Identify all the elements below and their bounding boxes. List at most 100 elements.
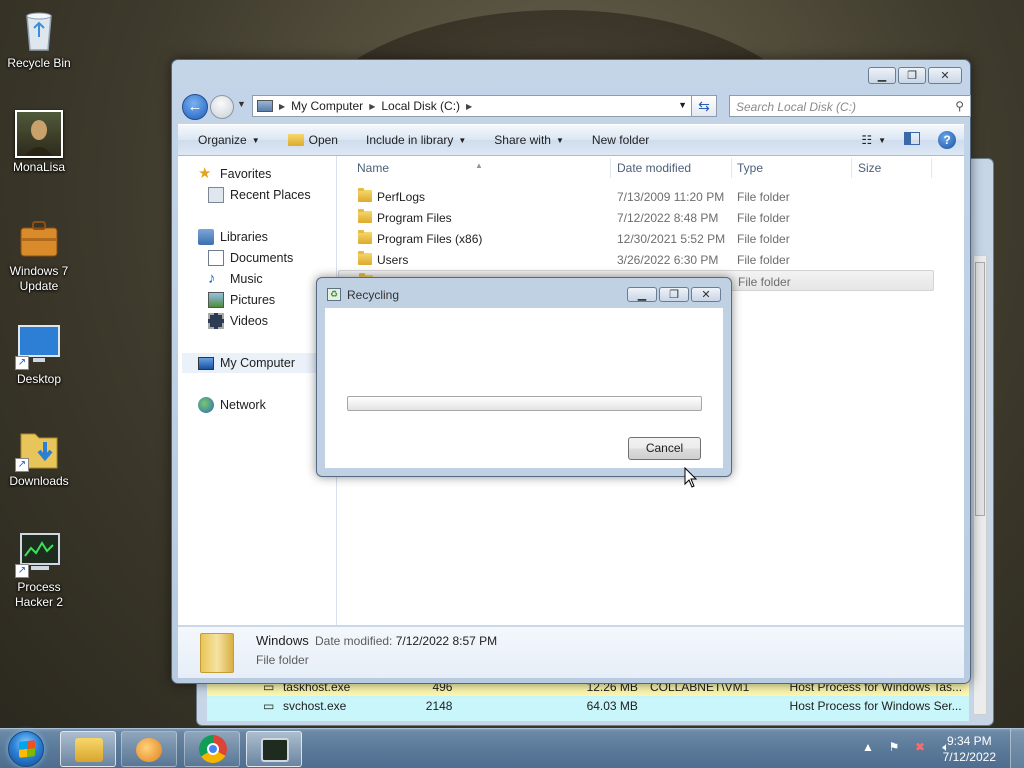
column-name[interactable]: Name xyxy=(357,161,389,175)
desktop-icon-label: MonaLisa xyxy=(12,160,66,174)
file-name: PerfLogs xyxy=(377,190,426,204)
close-button[interactable]: ✕ xyxy=(928,67,962,84)
help-icon[interactable]: ? xyxy=(938,131,956,149)
column-type[interactable]: Type xyxy=(737,161,763,175)
file-row[interactable]: Users 3/26/2022 6:30 PM File folder xyxy=(338,249,934,270)
column-divider[interactable] xyxy=(851,158,852,178)
taskbar-chrome-button[interactable] xyxy=(184,731,240,767)
nav-my-computer[interactable]: My Computer xyxy=(182,353,337,373)
desktop-icon-recycle-bin[interactable]: Recycle Bin xyxy=(4,6,74,71)
restore-icon: ❐ xyxy=(907,70,917,82)
network-status-icon[interactable]: ✖ xyxy=(912,740,928,754)
desktop-icon-label: Recycle Bin xyxy=(7,56,71,70)
view-controls: ☷ ▼ ? xyxy=(861,131,956,149)
open-button[interactable]: Open xyxy=(274,133,352,147)
taskbar-media-player-button[interactable] xyxy=(121,731,177,767)
breadcrumb-separator-icon[interactable]: ▶ xyxy=(369,102,375,111)
desktop-icon-label: Process Hacker 2 xyxy=(14,580,64,609)
file-date: 7/13/2009 11:20 PM xyxy=(617,190,725,204)
desktop-icon-downloads[interactable]: ↗ Downloads xyxy=(4,424,74,489)
recent-pages-dropdown[interactable]: ▼ xyxy=(237,99,246,109)
file-date: 12/30/2021 5:52 PM xyxy=(617,232,726,246)
preview-pane-icon xyxy=(904,132,920,145)
refresh-button[interactable]: ⇆ xyxy=(691,95,717,117)
breadcrumb-separator-icon[interactable]: ▶ xyxy=(279,102,285,111)
folder-icon xyxy=(75,738,103,762)
minimize-button[interactable]: ▁ xyxy=(868,67,896,84)
nav-recent-places[interactable]: Recent Places xyxy=(208,185,311,205)
desktop-icon-windows-update[interactable]: Windows 7 Update xyxy=(4,214,74,294)
maximize-button[interactable]: ❐ xyxy=(659,287,689,302)
navigation-pane: ★ Favorites Recent Places Libraries Docu… xyxy=(178,156,337,625)
breadcrumb-my-computer[interactable]: My Computer xyxy=(291,99,363,113)
media-player-icon xyxy=(136,738,162,762)
share-with-label: Share with xyxy=(494,133,551,147)
address-dropdown-icon[interactable]: ▼ xyxy=(678,100,687,110)
process-row-partial xyxy=(207,715,969,721)
search-input[interactable]: Search Local Disk (C:) ⚲ xyxy=(729,95,971,117)
file-type: File folder xyxy=(737,211,790,225)
nav-libraries[interactable]: Libraries xyxy=(198,227,268,247)
breadcrumb-local-disk[interactable]: Local Disk (C:) xyxy=(381,99,460,113)
folder-icon xyxy=(358,251,372,265)
show-hidden-icons-icon[interactable]: ▲ xyxy=(860,740,876,754)
nav-music[interactable]: ♪ Music xyxy=(208,269,263,289)
file-row[interactable]: Program Files (x86) 12/30/2021 5:52 PM F… xyxy=(338,228,934,249)
window-controls: ▁ ❐ ✕ xyxy=(868,67,962,84)
open-label: Open xyxy=(308,133,338,147)
desktop-icon-monalisa[interactable]: MonaLisa xyxy=(4,110,74,175)
column-divider[interactable] xyxy=(731,158,732,178)
pictures-icon xyxy=(208,292,224,308)
view-options-button[interactable]: ☷ ▼ xyxy=(861,133,886,147)
back-button[interactable]: ← xyxy=(182,94,208,120)
maximize-button[interactable]: ❐ xyxy=(898,67,926,84)
start-button[interactable] xyxy=(8,731,44,767)
nav-favorites[interactable]: ★ Favorites xyxy=(198,164,271,184)
process-row[interactable]: ▭ svchost.exe 2148 64.03 MB Host Process… xyxy=(207,696,969,715)
preview-pane-button[interactable] xyxy=(904,132,920,148)
action-center-icon[interactable]: ⚑ xyxy=(886,740,902,754)
desktop-icon-label: Desktop xyxy=(16,372,62,386)
scrollbar[interactable] xyxy=(973,255,987,715)
breadcrumb-separator-icon[interactable]: ▶ xyxy=(466,102,472,111)
nav-pictures[interactable]: Pictures xyxy=(208,290,275,310)
minimize-button[interactable]: ▁ xyxy=(627,287,657,302)
file-name: Program Files (x86) xyxy=(377,232,483,246)
nav-label: Libraries xyxy=(220,230,268,244)
column-divider[interactable] xyxy=(931,158,932,178)
nav-documents[interactable]: Documents xyxy=(208,248,293,268)
cancel-button[interactable]: Cancel xyxy=(628,437,701,460)
taskbar-process-hacker-button[interactable] xyxy=(246,731,302,767)
forward-button[interactable] xyxy=(210,95,234,119)
taskbar-explorer-button[interactable] xyxy=(60,731,116,767)
close-button[interactable]: ✕ xyxy=(691,287,721,302)
address-bar[interactable]: ▶ My Computer ▶ Local Disk (C:) ▶ ▼ xyxy=(252,95,692,117)
file-row[interactable]: PerfLogs 7/13/2009 11:20 PM File folder xyxy=(338,186,934,207)
command-bar: Organize ▼ Open Include in library ▼ Share… xyxy=(178,124,964,156)
nav-videos[interactable]: Videos xyxy=(208,311,268,331)
column-size[interactable]: Size xyxy=(858,161,881,175)
recent-places-icon xyxy=(208,187,224,203)
search-icon[interactable]: ⚲ xyxy=(955,99,964,113)
recycling-dialog[interactable]: ♻ Recycling ▁ ❐ ✕ Cancel xyxy=(316,277,732,477)
share-with-button[interactable]: Share with ▼ xyxy=(480,133,578,147)
organize-button[interactable]: Organize ▼ xyxy=(178,133,274,147)
desktop-icon-label: Downloads xyxy=(9,474,69,488)
shortcut-arrow-icon: ↗ xyxy=(15,356,29,370)
nav-label: Videos xyxy=(230,314,268,328)
file-row[interactable]: Program Files 7/12/2022 8:48 PM File fol… xyxy=(338,207,934,228)
scrollbar-thumb[interactable] xyxy=(975,262,985,516)
file-type: File folder xyxy=(738,275,791,289)
dialog-title: Recycling xyxy=(347,288,400,302)
show-desktop-button[interactable] xyxy=(1010,729,1024,768)
clock[interactable]: 9:34 PM 7/12/2022 xyxy=(943,733,996,765)
minimize-icon: ▁ xyxy=(637,289,647,301)
column-divider[interactable] xyxy=(610,158,611,178)
computer-icon xyxy=(257,100,273,112)
include-in-library-button[interactable]: Include in library ▼ xyxy=(352,133,480,147)
desktop-icon-desktop[interactable]: ↗ Desktop xyxy=(4,322,74,387)
new-folder-button[interactable]: New folder xyxy=(578,133,663,147)
column-date-modified[interactable]: Date modified xyxy=(617,161,691,175)
nav-network[interactable]: Network xyxy=(198,395,266,415)
desktop-icon-process-hacker[interactable]: ↗ Process Hacker 2 xyxy=(4,530,74,610)
